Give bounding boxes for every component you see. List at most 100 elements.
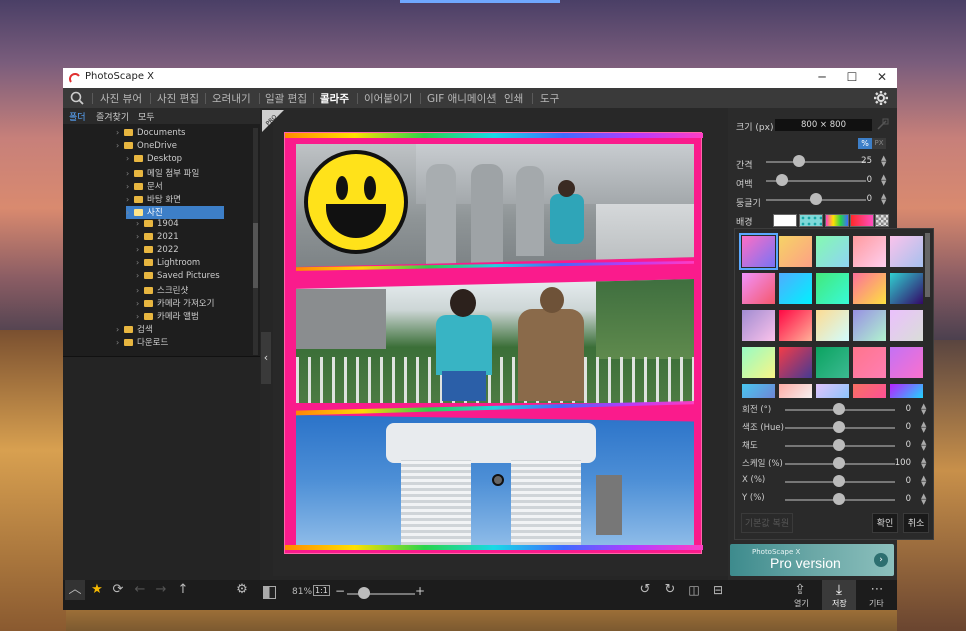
- tab-all[interactable]: 모두: [138, 110, 155, 123]
- zoom-in-button[interactable]: +: [415, 584, 425, 598]
- folder-tree-scrollbar[interactable]: [253, 128, 258, 355]
- open-icon[interactable]: ⇪: [790, 580, 810, 600]
- settings-gear-icon[interactable]: ⚙: [232, 580, 252, 600]
- gradient-swatch[interactable]: [890, 384, 923, 398]
- margin-stepper[interactable]: ▲ ▼: [881, 174, 886, 187]
- chevron-right-icon[interactable]: ›: [126, 182, 134, 191]
- folder-tree-item[interactable]: › OneDrive: [116, 141, 257, 154]
- chevron-right-icon[interactable]: ›: [136, 245, 144, 254]
- tab-tools[interactable]: 도구: [540, 91, 559, 106]
- back-arrow-icon[interactable]: ←: [130, 580, 150, 600]
- chevron-right-icon[interactable]: ›: [136, 258, 144, 267]
- folder-tree-item[interactable]: › Saved Pictures: [136, 271, 257, 284]
- adjustment-value[interactable]: 0: [887, 404, 911, 414]
- gradient-swatch[interactable]: [779, 236, 812, 267]
- gradient-swatch[interactable]: [890, 273, 923, 304]
- adjustment-slider-handle[interactable]: [833, 421, 845, 433]
- forward-arrow-icon[interactable]: →: [151, 580, 171, 600]
- compare-icon[interactable]: [263, 586, 276, 599]
- refresh-icon[interactable]: ⟳: [108, 580, 128, 600]
- chevron-right-icon[interactable]: ›: [116, 128, 124, 137]
- save-label[interactable]: 저장: [832, 598, 847, 609]
- pro-version-banner[interactable]: PhotoScape X Pro version ›: [730, 544, 894, 576]
- collage-photo-1[interactable]: [296, 144, 694, 267]
- adjustment-stepper[interactable]: ▲ ▼: [921, 421, 926, 434]
- thumbnail-area[interactable]: [63, 356, 260, 586]
- chevron-right-icon[interactable]: ›: [126, 169, 134, 178]
- folder-tree-item[interactable]: › 검색: [116, 323, 257, 336]
- search-icon[interactable]: [69, 91, 85, 105]
- star-icon[interactable]: ★: [87, 580, 107, 600]
- gradient-swatch[interactable]: [816, 273, 849, 304]
- actual-size-button[interactable]: 1:1: [313, 585, 330, 596]
- adjustment-stepper[interactable]: ▲ ▼: [921, 457, 926, 470]
- collage-frame[interactable]: [284, 132, 703, 554]
- spacing-stepper[interactable]: ▲ ▼: [881, 155, 886, 168]
- tab-folders[interactable]: 폴더: [69, 110, 86, 123]
- gradient-swatch[interactable]: [816, 236, 849, 267]
- gradient-swatch[interactable]: [742, 347, 775, 378]
- collage-photo-2[interactable]: [296, 279, 694, 403]
- gear-icon[interactable]: [873, 90, 889, 106]
- chevron-right-icon[interactable]: ›: [136, 312, 144, 321]
- up-arrow-icon[interactable]: ↑: [173, 580, 193, 600]
- gradient-swatch[interactable]: [739, 233, 778, 270]
- smiley-sticker[interactable]: [304, 150, 408, 254]
- folder-tree-item[interactable]: › 사진: [126, 206, 224, 219]
- gradient-grid-scrollbar[interactable]: [925, 233, 930, 297]
- chevron-right-icon[interactable]: ›: [126, 154, 134, 163]
- tab-favorites[interactable]: 즐겨찾기: [96, 110, 129, 123]
- tab-photo-edit[interactable]: 사진 편집: [157, 91, 199, 106]
- gradient-swatch[interactable]: [890, 310, 923, 341]
- chevron-right-icon[interactable]: ›: [116, 338, 124, 347]
- chevron-right-icon[interactable]: ›: [126, 208, 134, 217]
- unit-percent-toggle[interactable]: %: [858, 138, 872, 149]
- zoom-slider-handle[interactable]: [358, 587, 370, 599]
- cancel-button[interactable]: 취소: [903, 513, 929, 533]
- folder-tree-item[interactable]: › 바탕 화면: [126, 193, 257, 206]
- gradient-swatch[interactable]: [779, 310, 812, 341]
- tab-print[interactable]: 인쇄: [504, 91, 523, 106]
- collapse-pane-button[interactable]: ‹: [261, 332, 271, 384]
- photo-drag-handle[interactable]: [492, 474, 504, 486]
- maximize-button[interactable]: ☐: [837, 68, 867, 88]
- adjustment-value[interactable]: 0: [887, 494, 911, 504]
- chevron-right-icon[interactable]: ›: [116, 141, 124, 150]
- chevron-right-icon[interactable]: ›: [126, 195, 134, 204]
- roundness-value[interactable]: 0: [846, 194, 872, 204]
- rotate-left-icon[interactable]: ↺: [635, 580, 655, 600]
- folder-tree-item[interactable]: › 1904: [136, 219, 257, 232]
- folder-tree-item[interactable]: › Desktop: [126, 154, 257, 167]
- adjustment-slider-handle[interactable]: [833, 457, 845, 469]
- margin-value[interactable]: 0: [846, 175, 872, 185]
- bg-swatch-color[interactable]: [850, 214, 874, 227]
- link-icon[interactable]: [875, 118, 889, 132]
- gradient-swatch[interactable]: [853, 236, 886, 267]
- bg-swatch-transparent[interactable]: [875, 214, 889, 227]
- open-label[interactable]: 열기: [794, 598, 809, 609]
- zoom-out-button[interactable]: −: [335, 584, 345, 598]
- chevron-up-icon[interactable]: ︿: [65, 580, 85, 600]
- gradient-swatch[interactable]: [779, 347, 812, 378]
- adjustment-stepper[interactable]: ▲ ▼: [921, 493, 926, 506]
- adjustment-value[interactable]: 100: [887, 458, 911, 468]
- folder-tree-item[interactable]: › Documents: [116, 128, 257, 141]
- flip-vertical-icon[interactable]: ⊟: [708, 580, 728, 600]
- folder-tree-item[interactable]: › 카메라 가져오기: [136, 297, 257, 310]
- more-icon[interactable]: ⋯: [867, 580, 887, 600]
- gradient-swatch[interactable]: [853, 347, 886, 378]
- adjustment-stepper[interactable]: ▲ ▼: [921, 403, 926, 416]
- roundness-stepper[interactable]: ▲ ▼: [881, 193, 886, 206]
- gradient-swatch[interactable]: [816, 347, 849, 378]
- close-button[interactable]: ✕: [867, 68, 897, 88]
- more-label[interactable]: 기타: [869, 598, 884, 609]
- gradient-swatch[interactable]: [742, 273, 775, 304]
- tab-batch-edit[interactable]: 일괄 편집: [265, 91, 307, 106]
- folder-tree-item[interactable]: › 2021: [136, 232, 257, 245]
- gradient-swatch[interactable]: [853, 310, 886, 341]
- gradient-swatch[interactable]: [779, 273, 812, 304]
- folder-tree-item[interactable]: › 스크린샷: [136, 284, 257, 297]
- gradient-swatch[interactable]: [890, 236, 923, 267]
- adjustment-slider-handle[interactable]: [833, 439, 845, 451]
- bg-swatch-white[interactable]: [773, 214, 797, 227]
